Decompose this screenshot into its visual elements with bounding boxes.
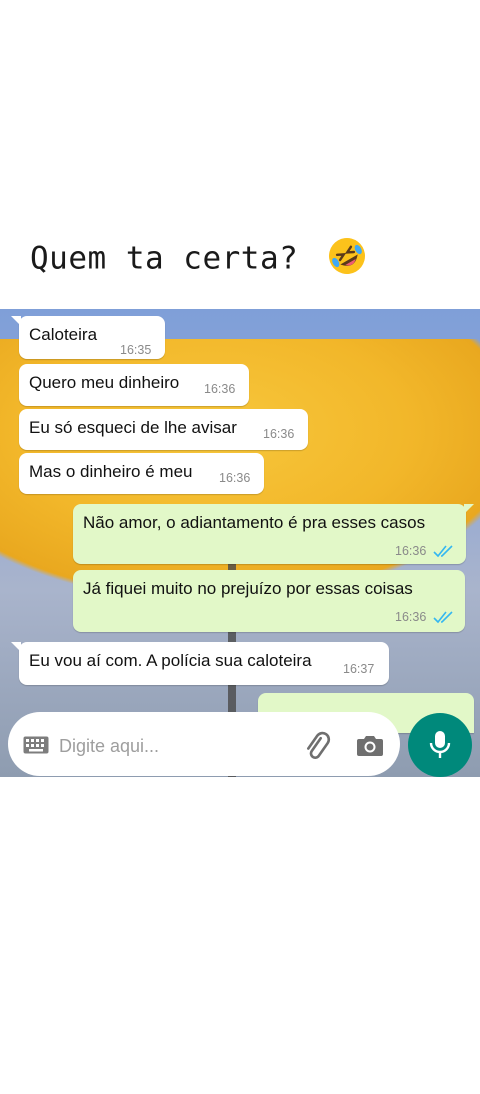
rolling-on-floor-laughing-emoji-icon (327, 236, 367, 284)
message-bubble-incoming[interactable]: Mas o dinheiro é meu 16:36 (19, 453, 264, 494)
caption-text: Quem ta certa? (30, 240, 299, 277)
message-bubble-outgoing[interactable]: Não amor, o adiantamento é pra esses cas… (73, 504, 474, 564)
post-caption: Quem ta certa? (30, 236, 367, 284)
read-ticks-icon (433, 611, 453, 624)
message-time: 16:36 (263, 427, 295, 441)
message-text: Não amor, o adiantamento é pra esses cas… (83, 513, 426, 532)
message-bubble-incoming[interactable]: Eu vou aí com. A polícia sua caloteira 1… (11, 642, 389, 685)
attach-clip-icon[interactable] (301, 730, 333, 762)
camera-icon[interactable] (356, 732, 384, 758)
microphone-icon (429, 731, 451, 758)
message-text: Mas o dinheiro é meu (29, 462, 193, 481)
message-time: 16:35 (120, 343, 152, 357)
message-text: Já fiquei muito no prejuízo por essas co… (83, 579, 413, 598)
message-text: Eu só esqueci de lhe avisar (29, 418, 237, 437)
message-bubble-incoming[interactable]: Quero meu dinheiro 16:36 (19, 364, 249, 406)
message-bubble-incoming[interactable]: Eu só esqueci de lhe avisar 16:36 (19, 409, 308, 450)
message-time: 16:36 (395, 544, 427, 558)
message-time: 16:36 (219, 471, 251, 485)
message-time: 16:36 (204, 382, 236, 396)
message-text: Quero meu dinheiro (29, 373, 180, 392)
message-time: 16:36 (395, 610, 427, 624)
message-text: Eu vou aí com. A polícia sua caloteira (29, 651, 312, 670)
keyboard-icon[interactable] (23, 736, 49, 754)
message-bubble-incoming[interactable]: Caloteira 16:35 (11, 316, 165, 359)
message-bubble-outgoing[interactable]: Já fiquei muito no prejuízo por essas co… (73, 570, 465, 632)
message-time: 16:37 (343, 662, 375, 676)
chat-screenshot: Caloteira 16:35 Quero meu dinheiro 16:36… (0, 309, 480, 777)
message-composer[interactable]: Digite aqui... (8, 712, 400, 776)
message-text: Caloteira (29, 325, 98, 344)
read-ticks-icon (433, 545, 453, 558)
microphone-button[interactable] (408, 713, 472, 777)
message-input[interactable]: Digite aqui... (59, 736, 159, 757)
